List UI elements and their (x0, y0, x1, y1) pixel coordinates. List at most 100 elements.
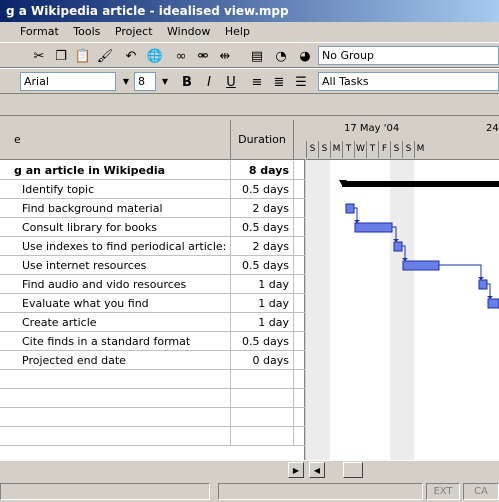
duration-cell[interactable]: 1 day (231, 294, 294, 313)
task-name-cell[interactable]: Use internet resources (0, 256, 231, 275)
table-row[interactable]: Consult library for books 0.5 days (0, 218, 305, 237)
group-select[interactable]: No Group (318, 46, 499, 65)
task-name-cell[interactable] (0, 389, 231, 408)
format-painter-icon[interactable]: 🖌 (96, 47, 114, 65)
menu-help[interactable]: Help (225, 25, 250, 38)
empty-row[interactable] (0, 408, 305, 427)
standard-toolbar: ✂ ❐ 📋 🖌 ↶ 🌐 ∞ ⚮ ⇹ ▤ ◔ ◕ No Group (0, 42, 499, 68)
task-name-cell[interactable] (0, 370, 231, 389)
italic-button[interactable]: I (200, 73, 218, 91)
duration-cell[interactable] (231, 408, 294, 427)
empty-row[interactable] (0, 389, 305, 408)
insert-hyperlink-icon[interactable]: 🌐 (146, 47, 164, 65)
paste-icon[interactable]: 📋 (74, 47, 92, 65)
entry-bar[interactable] (0, 96, 499, 116)
font-select[interactable]: Arial (20, 72, 116, 91)
dependency-links (354, 207, 491, 296)
table-row[interactable]: Use internet resources 0.5 days (0, 256, 305, 275)
table-row[interactable]: Evaluate what you find 1 day (0, 294, 305, 313)
duration-cell[interactable]: 2 days (231, 237, 294, 256)
table-header: e Duration (0, 120, 305, 160)
task-table: e Duration g an article in Wikipedia 8 da… (0, 120, 305, 460)
duration-cell[interactable]: 0.5 days (231, 332, 294, 351)
task-name-cell[interactable]: Projected end date (0, 351, 231, 370)
duration-cell[interactable]: 1 day (231, 275, 294, 294)
status-bar: EXT CA (0, 480, 499, 502)
task-name-cell[interactable]: Find audio and vido resources (0, 275, 231, 294)
table-row[interactable]: Find audio and vido resources 1 day (0, 275, 305, 294)
task-name-cell[interactable]: Find background material (0, 199, 231, 218)
summary-task-row[interactable]: g an article in Wikipedia 8 days (0, 161, 305, 180)
task-name-cell[interactable]: Use indexes to find periodical article: (0, 237, 231, 256)
table-row[interactable]: Identify topic 0.5 days (0, 180, 305, 199)
scroll-right-icon[interactable]: ▶ (288, 462, 304, 478)
filter-select[interactable]: All Tasks (318, 72, 499, 91)
duration-cell[interactable] (231, 427, 294, 446)
task-information-icon[interactable]: ▤ (248, 47, 266, 65)
task-bar (487, 298, 499, 309)
task-name-cell[interactable]: Cite finds in a standard format (0, 332, 231, 351)
duration-cell[interactable]: 0.5 days (231, 218, 294, 237)
duration-cell[interactable]: 8 days (231, 161, 294, 180)
task-name-cell[interactable]: Consult library for books (0, 218, 231, 237)
table-row[interactable]: Find background material 2 days (0, 199, 305, 218)
split-task-icon[interactable]: ⇹ (216, 47, 234, 65)
font-dropdown-arrow-icon[interactable]: ▼ (118, 73, 134, 90)
align-left-icon[interactable]: ≡ (248, 73, 266, 91)
task-name-header[interactable]: e (0, 120, 231, 160)
underline-button[interactable]: U (222, 73, 240, 91)
menu-bar: Format Tools Project Window Help (0, 22, 499, 42)
task-name-cell[interactable]: g an article in Wikipedia (0, 161, 231, 180)
status-pane (218, 483, 423, 500)
duration-cell[interactable]: 2 days (231, 199, 294, 218)
font-size-select[interactable]: 8 (134, 72, 156, 91)
menu-window[interactable]: Window (167, 25, 210, 38)
duration-header[interactable]: Duration (231, 120, 294, 160)
gantt-chart: 17 May '04 24 SSMTWTFSSM (306, 120, 499, 460)
table-row[interactable]: Create article 1 day (0, 313, 305, 332)
task-bar (345, 203, 355, 214)
ext-indicator: EXT (426, 483, 460, 500)
menu-project[interactable]: Project (115, 25, 153, 38)
empty-row[interactable] (0, 370, 305, 389)
duration-cell[interactable] (231, 370, 294, 389)
align-center-icon[interactable]: ≣ (270, 73, 288, 91)
link-tasks-icon[interactable]: ∞ (172, 47, 190, 65)
caps-indicator: CA (463, 483, 499, 500)
task-bar (354, 222, 393, 233)
duration-cell[interactable] (231, 389, 294, 408)
horizontal-scrollbar[interactable]: ▶ ◀ (0, 460, 499, 478)
table-row[interactable]: Use indexes to find periodical article: 2… (0, 237, 305, 256)
summary-bar (342, 181, 499, 187)
cut-icon[interactable]: ✂ (30, 47, 48, 65)
duration-cell[interactable]: 0.5 days (231, 256, 294, 275)
status-pane (0, 483, 210, 500)
task-notes-icon[interactable]: ◔ (272, 47, 290, 65)
menu-tools[interactable]: Tools (73, 25, 100, 38)
gantt-bars (339, 180, 499, 309)
table-row[interactable]: Cite finds in a standard format 0.5 days (0, 332, 305, 351)
unlink-tasks-icon[interactable]: ⚮ (194, 47, 212, 65)
assign-resources-icon[interactable]: ◕ (296, 47, 314, 65)
task-name-cell[interactable]: Create article (0, 313, 231, 332)
bold-button[interactable]: B (178, 73, 196, 91)
duration-cell[interactable]: 0.5 days (231, 180, 294, 199)
scroll-left-icon[interactable]: ◀ (309, 462, 325, 478)
window-title: g a Wikipedia article - idealised view.m… (0, 0, 499, 22)
undo-icon[interactable]: ↶ (122, 47, 140, 65)
task-name-cell[interactable]: Evaluate what you find (0, 294, 231, 313)
task-name-cell[interactable]: Identify topic (0, 180, 231, 199)
task-bar (402, 260, 440, 271)
align-right-icon[interactable]: ☰ (292, 73, 310, 91)
duration-cell[interactable]: 1 day (231, 313, 294, 332)
scroll-thumb[interactable] (343, 462, 363, 478)
table-row[interactable]: Projected end date 0 days (0, 351, 305, 370)
duration-cell[interactable]: 0 days (231, 351, 294, 370)
task-name-cell[interactable] (0, 408, 231, 427)
menu-format[interactable]: Format (20, 25, 59, 38)
copy-icon[interactable]: ❐ (52, 47, 70, 65)
empty-row[interactable] (0, 427, 305, 446)
task-bar (393, 241, 403, 252)
task-name-cell[interactable] (0, 427, 231, 446)
size-dropdown-arrow-icon[interactable]: ▼ (157, 73, 173, 90)
